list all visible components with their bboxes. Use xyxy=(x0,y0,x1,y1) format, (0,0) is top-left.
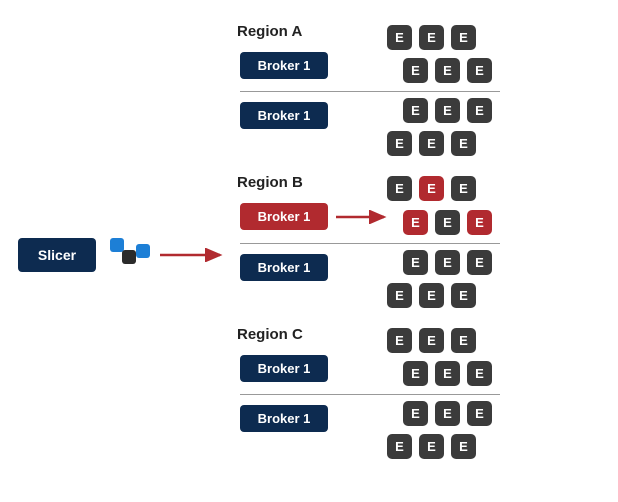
executor: E xyxy=(403,401,428,426)
executor: E xyxy=(467,401,492,426)
executor: E xyxy=(387,131,412,156)
broker-label: Broker 1 xyxy=(258,361,311,376)
arrow-slicer-to-region-b xyxy=(160,248,232,262)
executor-label: E xyxy=(443,406,452,421)
executor: E xyxy=(387,25,412,50)
executor-label: E xyxy=(459,288,468,303)
region-a-broker-1: Broker 1 xyxy=(240,52,328,79)
executor: E xyxy=(451,131,476,156)
region-b-label: Region B xyxy=(237,174,303,191)
executor-label: E xyxy=(475,366,484,381)
arrow-broker-to-executors xyxy=(336,210,396,224)
broker-label: Broker 1 xyxy=(258,58,311,73)
executor: E xyxy=(451,434,476,459)
executor: E xyxy=(467,250,492,275)
executor: E xyxy=(403,250,428,275)
executor-label: E xyxy=(395,136,404,151)
executor: E xyxy=(451,328,476,353)
executor-label: E xyxy=(411,63,420,78)
executor-label: E xyxy=(427,181,436,196)
executor-label: E xyxy=(411,366,420,381)
executor-label: E xyxy=(443,103,452,118)
executor: E xyxy=(387,283,412,308)
region-b-broker-2: Broker 1 xyxy=(240,254,328,281)
executor-label: E xyxy=(475,63,484,78)
region-b-divider xyxy=(240,243,500,244)
executor-label: E xyxy=(395,30,404,45)
executor: E xyxy=(403,361,428,386)
executor: E xyxy=(387,434,412,459)
broker-label: Broker 1 xyxy=(258,108,311,123)
executor-label: E xyxy=(475,103,484,118)
region-a-label: Region A xyxy=(237,23,302,40)
executor-label: E xyxy=(443,366,452,381)
executor: E xyxy=(387,176,412,201)
executor: E xyxy=(451,176,476,201)
executor-label: E xyxy=(459,136,468,151)
executor-label: E xyxy=(427,30,436,45)
broker-label: Broker 1 xyxy=(258,260,311,275)
executor-label: E xyxy=(411,255,420,270)
executor-label: E xyxy=(411,103,420,118)
executor-label: E xyxy=(475,255,484,270)
executor-label: E xyxy=(475,406,484,421)
executor: E xyxy=(435,250,460,275)
decor-square-dark xyxy=(122,250,136,264)
region-b-broker-1: Broker 1 xyxy=(240,203,328,230)
executor-label: E xyxy=(427,136,436,151)
executor-label: E xyxy=(443,255,452,270)
executor: E xyxy=(435,58,460,83)
executor: E xyxy=(467,361,492,386)
executor-label: E xyxy=(411,215,420,230)
slicer: Slicer xyxy=(18,238,96,272)
region-c-label: Region C xyxy=(237,326,303,343)
broker-label: Broker 1 xyxy=(258,411,311,426)
executor-highlighted: E xyxy=(403,210,428,235)
executor: E xyxy=(451,25,476,50)
executor-label: E xyxy=(443,215,452,230)
executor-label: E xyxy=(395,288,404,303)
executor-label: E xyxy=(475,215,484,230)
executor-label: E xyxy=(411,406,420,421)
executor: E xyxy=(419,25,444,50)
slicer-label: Slicer xyxy=(38,247,76,263)
executor-label: E xyxy=(443,63,452,78)
broker-label: Broker 1 xyxy=(258,209,311,224)
executor: E xyxy=(387,328,412,353)
executor-label: E xyxy=(427,439,436,454)
executor-label: E xyxy=(459,30,468,45)
executor-highlighted: E xyxy=(419,176,444,201)
executor: E xyxy=(403,98,428,123)
executor: E xyxy=(403,58,428,83)
executor-label: E xyxy=(427,288,436,303)
executor: E xyxy=(419,328,444,353)
executor: E xyxy=(435,401,460,426)
executor-label: E xyxy=(459,439,468,454)
executor: E xyxy=(419,283,444,308)
region-c-broker-1: Broker 1 xyxy=(240,355,328,382)
executor-label: E xyxy=(427,333,436,348)
executor: E xyxy=(467,98,492,123)
executor: E xyxy=(419,131,444,156)
executor: E xyxy=(435,98,460,123)
region-c-divider xyxy=(240,394,500,395)
executor-label: E xyxy=(459,181,468,196)
executor-label: E xyxy=(459,333,468,348)
executor-label: E xyxy=(395,333,404,348)
region-a-divider xyxy=(240,91,500,92)
region-a-broker-2: Broker 1 xyxy=(240,102,328,129)
executor-label: E xyxy=(395,439,404,454)
executor: E xyxy=(419,434,444,459)
executor: E xyxy=(435,361,460,386)
executor-label: E xyxy=(395,181,404,196)
executor-highlighted: E xyxy=(467,210,492,235)
executor: E xyxy=(467,58,492,83)
region-c-broker-2: Broker 1 xyxy=(240,405,328,432)
decor-square-blue-2 xyxy=(136,244,150,258)
executor: E xyxy=(451,283,476,308)
executor: E xyxy=(435,210,460,235)
